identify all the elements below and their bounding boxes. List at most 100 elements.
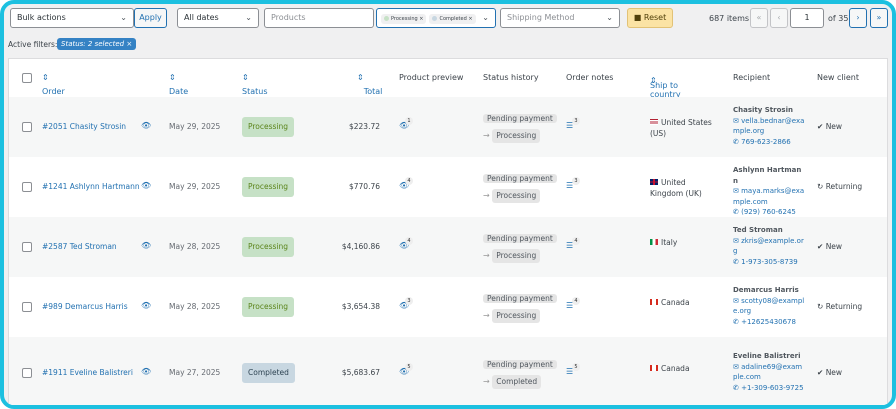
col-status-history: Status history [483, 73, 539, 82]
status-multiselect[interactable]: Processing × Completed × ⌄ [376, 8, 496, 28]
orders-screen: Bulk actions ⌄ Apply All dates ⌄ Products … [0, 0, 896, 409]
order-link[interactable]: #1241 Ashlynn Hartmann [42, 182, 140, 191]
products-input[interactable]: Products [264, 8, 374, 28]
status-chip-completed[interactable]: Completed × [429, 14, 476, 24]
ship-country: Canada [650, 297, 720, 308]
client-type: ✔ New [817, 122, 843, 131]
order-notes-icon[interactable]: ☰ 3 [566, 117, 580, 130]
notes-count: 3 [572, 117, 580, 125]
prev-page-button[interactable]: ‹ [770, 8, 788, 28]
order-notes-icon[interactable]: ☰ 4 [566, 237, 580, 250]
eye-icon[interactable]: 👁 [141, 121, 151, 130]
client-type: ↻ Returning [817, 302, 863, 311]
first-page-button[interactable]: « [750, 8, 768, 28]
order-link[interactable]: #989 Demarcus Harris [42, 302, 128, 311]
recipient-email[interactable]: ✉ adaline69@example.com [733, 362, 805, 383]
recipient-email[interactable]: ✉ vella.bednar@example.org [733, 116, 805, 137]
reset-label: Reset [643, 13, 667, 22]
product-preview-icon[interactable]: 👁 1 [399, 117, 413, 130]
preview-count: 4 [405, 237, 413, 245]
col-ship-to-country[interactable]: Ship to country ⇕ [650, 67, 681, 99]
order-date: May 27, 2025 [169, 368, 221, 377]
eye-icon[interactable]: 👁 [141, 241, 151, 250]
page-input[interactable]: 1 [790, 8, 824, 28]
active-filter-chip[interactable]: Status: 2 selected × [57, 38, 137, 50]
product-preview-icon[interactable]: 👁 4 [399, 177, 413, 190]
recipient-phone[interactable]: ✆ +1-309-603-9725 [733, 383, 805, 394]
row-checkbox[interactable] [22, 368, 32, 378]
last-page-button[interactable]: » [870, 8, 888, 28]
chevron-down-icon: ⌄ [482, 13, 489, 22]
page-total: of 35 [828, 14, 849, 23]
row-checkbox[interactable] [22, 242, 32, 252]
product-preview-icon[interactable]: 👁 4 [399, 237, 413, 250]
flag-icon [650, 179, 658, 185]
orders-table: Order ⇕ Date ⇕ Status ⇕ ⇕ Total Product … [8, 58, 888, 405]
apply-button[interactable]: Apply [134, 8, 167, 28]
dates-select[interactable]: All dates ⌄ [177, 8, 259, 28]
preview-count: 3 [405, 297, 413, 305]
shipping-method-select[interactable]: Shipping Method ⌄ [500, 8, 620, 28]
active-filters-label: Active filters: [8, 40, 58, 49]
table-row: #989 Demarcus Harris 👁 May 28, 2025 Proc… [9, 277, 887, 337]
col-total[interactable]: ⇕ Total [357, 73, 382, 96]
eye-icon[interactable]: 👁 [141, 367, 151, 376]
order-notes-icon[interactable]: ☰ 3 [566, 177, 580, 190]
history-to: Completed [492, 375, 542, 389]
select-all-checkbox[interactable] [22, 73, 32, 83]
order-link[interactable]: #2051 Chasity Strosin [42, 122, 126, 131]
mail-icon: ✉ [733, 236, 739, 245]
phone-icon: ✆ [733, 257, 739, 266]
phone-icon: ✆ [733, 208, 739, 216]
row-checkbox[interactable] [22, 302, 32, 312]
recipient-phone[interactable]: ✆ +12625430678 [733, 317, 805, 328]
row-checkbox[interactable] [22, 182, 32, 192]
recipient-phone[interactable]: ✆ 769-623-2866 [733, 137, 805, 148]
history-from: Pending payment [483, 360, 557, 369]
recipient-phone[interactable]: ✆ (929) 760-6245 [733, 207, 805, 218]
notes-count: 5 [572, 363, 580, 371]
status-badge: Completed [242, 363, 295, 383]
status-chip-processing[interactable]: Processing × [381, 14, 427, 24]
history-to: Processing [492, 249, 541, 263]
product-preview-icon[interactable]: 👁 5 [399, 363, 413, 376]
order-notes-icon[interactable]: ☰ 4 [566, 297, 580, 310]
refresh-icon: ↻ [817, 302, 824, 311]
recipient-phone[interactable]: ✆ 1-973-305-8739 [733, 257, 805, 268]
order-link[interactable]: #1911 Eveline Balistreri [42, 368, 133, 377]
recipient-email[interactable]: ✉ zkris@example.org [733, 236, 805, 257]
col-date[interactable]: Date ⇕ [169, 73, 188, 96]
table-row: #1911 Eveline Balistreri 👁 May 27, 2025 … [9, 337, 887, 405]
order-notes-icon[interactable]: ☰ 5 [566, 363, 580, 376]
recipient-email[interactable]: ✉ scotty08@example.org [733, 296, 805, 317]
reset-button[interactable]: ■ Reset [627, 8, 673, 28]
history-from: Pending payment [483, 114, 557, 123]
order-total: $770.76 [348, 182, 380, 191]
product-preview-icon[interactable]: 👁 3 [399, 297, 413, 310]
history-to: Processing [492, 309, 541, 323]
status-badge: Processing [242, 297, 295, 317]
eye-icon[interactable]: 👁 [141, 301, 151, 310]
col-order[interactable]: Order ⇕ [42, 73, 65, 96]
recipient: Eveline Balistreri ✉ adaline69@example.c… [733, 351, 805, 393]
order-total: $4,160.86 [341, 242, 380, 251]
ship-country: United States (US) [650, 118, 712, 138]
refresh-icon: ↻ [817, 182, 824, 191]
recipient-name: Demarcus Harris [733, 286, 799, 294]
mail-icon: ✉ [733, 296, 739, 305]
order-link[interactable]: #2587 Ted Stroman [42, 242, 117, 251]
recipient-email[interactable]: ✉ maya.marks@example.com [733, 186, 805, 207]
history-from: Pending payment [483, 294, 557, 303]
trash-icon: ■ [633, 13, 642, 22]
check-icon: ✔ [817, 368, 824, 377]
status-badge: Processing [242, 177, 295, 197]
bulk-actions-select[interactable]: Bulk actions ⌄ [10, 8, 134, 28]
bulk-actions-label: Bulk actions [17, 13, 66, 22]
col-status[interactable]: Status ⇕ [242, 73, 268, 96]
next-page-button[interactable]: › [849, 8, 867, 28]
recipient-name: Chasity Strosin [733, 106, 793, 114]
eye-icon[interactable]: 👁 [141, 181, 151, 190]
row-checkbox[interactable] [22, 122, 32, 132]
client-type: ✔ New [817, 368, 843, 377]
notes-count: 3 [572, 177, 580, 185]
